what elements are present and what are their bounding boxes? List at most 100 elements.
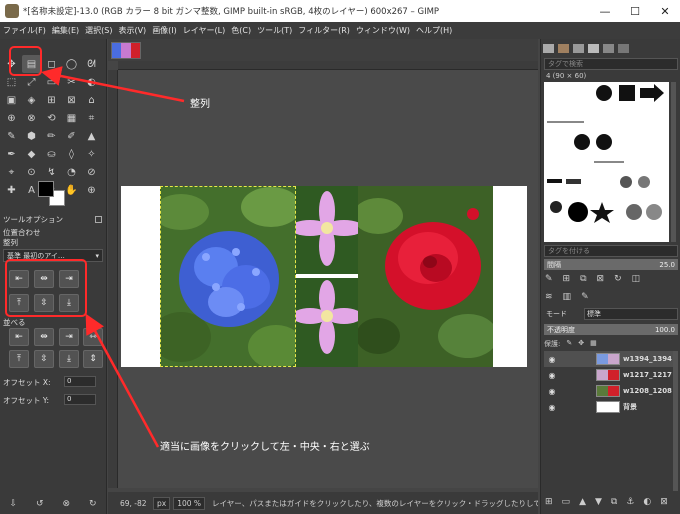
anchor-layer-icon[interactable]: ⚓: [626, 497, 634, 507]
layer-row[interactable]: ◉ 背景: [544, 399, 674, 415]
minimize-button[interactable]: —: [590, 0, 620, 22]
menu-windows[interactable]: ウィンドウ(W): [353, 25, 413, 36]
delete-layer-icon[interactable]: ⊠: [660, 497, 668, 507]
vertical-ruler[interactable]: [108, 70, 118, 488]
foreground-color-swatch[interactable]: [38, 181, 54, 197]
mypaint-brush-tool-icon[interactable]: ⟲: [42, 109, 61, 127]
spacing-slider[interactable]: 間隔 25.0: [544, 259, 678, 270]
lock-alpha-icon[interactable]: ▦: [590, 339, 597, 349]
new-group-icon[interactable]: ▭: [562, 497, 571, 507]
menu-file[interactable]: ファイル(F): [0, 25, 49, 36]
foreground-select-tool-icon[interactable]: ◐: [82, 73, 101, 91]
new-layer-icon[interactable]: ⊞: [545, 497, 553, 507]
perspective-tool-icon[interactable]: ⊞: [42, 91, 61, 109]
mask-layer-icon[interactable]: ◐: [643, 497, 651, 507]
dodge-tool-icon[interactable]: ◔: [62, 163, 81, 181]
lower-layer-icon[interactable]: ▼: [595, 497, 602, 507]
eraser-tool-icon[interactable]: ⛀: [42, 145, 61, 163]
fg-bg-color-swatches[interactable]: [38, 181, 68, 209]
distribute-left-button[interactable]: ⇤: [9, 328, 29, 346]
color-picker-tool-icon[interactable]: ⊙: [22, 163, 41, 181]
offset-x-input[interactable]: 0: [64, 376, 96, 387]
channels-tab-icon[interactable]: ▥: [563, 292, 572, 302]
dodge-burn-tool-icon[interactable]: ✒: [2, 145, 21, 163]
menu-help[interactable]: ヘルプ(H): [413, 25, 455, 36]
gradients-tab-icon[interactable]: [588, 43, 599, 53]
airbrush-tool-icon[interactable]: ✏: [42, 127, 61, 145]
blur-tool-icon[interactable]: ◆: [22, 145, 41, 163]
distribute-right-button[interactable]: ⇥: [59, 328, 79, 346]
layer-row[interactable]: ◉ w1208_1208: [544, 383, 674, 399]
refresh-brushes-icon[interactable]: ↻: [614, 274, 622, 284]
tab-menu-icon[interactable]: [95, 215, 102, 223]
layer-name[interactable]: 背景: [623, 402, 637, 412]
save-options-icon[interactable]: ⇩: [9, 499, 17, 509]
mode-dropdown[interactable]: 標準: [584, 307, 678, 320]
menu-view[interactable]: 表示(V): [115, 25, 149, 36]
patterns-tab-icon[interactable]: [558, 43, 569, 53]
paintbrush-tool-icon[interactable]: ⬢: [22, 127, 41, 145]
free-select-tool-icon[interactable]: ᘛ: [82, 55, 101, 73]
duplicate-layer-icon[interactable]: ⧉: [611, 497, 617, 507]
brush-scrollbar[interactable]: [671, 82, 676, 242]
flip-tool-icon[interactable]: ⌂: [82, 91, 101, 109]
distribute-vspace-button[interactable]: ⇕: [83, 350, 103, 368]
opacity-slider[interactable]: 不透明度 100.0: [544, 324, 678, 335]
unit-selector[interactable]: px: [153, 496, 171, 510]
warp-tool-icon[interactable]: ▣: [2, 91, 21, 109]
brushes-tab-icon[interactable]: [543, 43, 554, 53]
maximize-button[interactable]: ☐: [620, 0, 650, 22]
layers-scrollbar[interactable]: [673, 351, 678, 491]
menu-edit[interactable]: 編集(E): [49, 25, 82, 36]
tag-assign-input[interactable]: タグを付ける: [544, 245, 678, 257]
zoom-selector[interactable]: 100 %: [173, 496, 206, 510]
offset-y-input[interactable]: 0: [64, 394, 96, 405]
new-brush-icon[interactable]: ⊞: [563, 274, 571, 284]
paths-tool-icon[interactable]: ◊: [62, 145, 81, 163]
heal-tool-icon[interactable]: ▦: [62, 109, 81, 127]
delete-options-icon[interactable]: ⊗: [62, 499, 70, 509]
rotate-tool-icon[interactable]: ▭: [42, 73, 61, 91]
clear-tool-icon[interactable]: ⊘: [82, 163, 101, 181]
layer-name[interactable]: w1394_1394: [623, 355, 672, 363]
visibility-eye-icon[interactable]: ◉: [544, 403, 560, 412]
tool-options-tab[interactable]: ツールオプション: [0, 213, 106, 225]
pencil-tool-icon[interactable]: ✎: [2, 127, 21, 145]
lock-pixels-icon[interactable]: ✎: [566, 339, 572, 349]
smudge-tool-icon[interactable]: ▲: [82, 127, 101, 145]
ellipse-select-tool-icon[interactable]: ◯: [62, 55, 81, 73]
distribute-top-button[interactable]: ⤒: [9, 350, 29, 368]
scissors-tool-icon[interactable]: ✂: [62, 73, 81, 91]
close-button[interactable]: ✕: [650, 0, 680, 22]
color-tool-icon[interactable]: ⊕: [82, 181, 101, 199]
clone-tool-icon[interactable]: ⌗: [82, 109, 101, 127]
cage-tool-icon[interactable]: ⊠: [62, 91, 81, 109]
measure-tool-icon[interactable]: ⌖: [2, 163, 21, 181]
layer-name[interactable]: w1208_1208: [623, 387, 672, 395]
unified-transform-tool-icon[interactable]: ◈: [22, 91, 41, 109]
menu-image[interactable]: 画像(I): [149, 25, 180, 36]
brushes-menu-icon[interactable]: ◫: [632, 274, 641, 284]
paths-tab-icon[interactable]: ✎: [581, 292, 589, 302]
distribute-hcenter-button[interactable]: ⇹: [34, 328, 54, 346]
reset-options-icon[interactable]: ↻: [89, 499, 97, 509]
rose-photo[interactable]: [358, 186, 493, 367]
menu-layer[interactable]: レイヤー(L): [180, 25, 228, 36]
brush-grid[interactable]: [544, 82, 669, 242]
tag-search-input[interactable]: タグで検索: [544, 58, 678, 70]
layer-row[interactable]: ◉ w1217_1217: [544, 367, 674, 383]
menu-select[interactable]: 選択(S): [82, 25, 115, 36]
ink-tool-icon[interactable]: ✐: [62, 127, 81, 145]
distribute-vcenter-button[interactable]: ⇳: [34, 350, 54, 368]
visibility-eye-icon[interactable]: ◉: [544, 387, 560, 396]
clematis-photo[interactable]: [296, 186, 358, 367]
document-history-tab-icon[interactable]: [603, 43, 614, 53]
images-tab-icon[interactable]: [618, 43, 629, 53]
restore-options-icon[interactable]: ↺: [36, 499, 44, 509]
distribute-hspace-button[interactable]: ⇿: [83, 328, 103, 346]
hydrangea-photo[interactable]: [160, 186, 296, 367]
visibility-eye-icon[interactable]: ◉: [544, 355, 560, 364]
horizontal-ruler[interactable]: [118, 61, 538, 70]
fonts-tab-icon[interactable]: [573, 43, 584, 53]
duplicate-brush-icon[interactable]: ⧉: [580, 274, 586, 284]
